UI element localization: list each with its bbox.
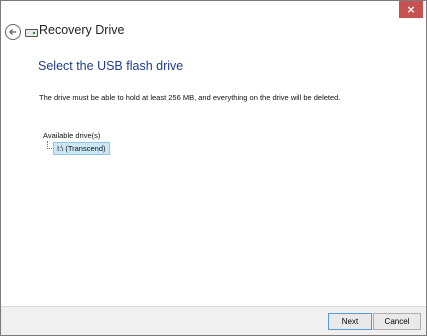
cancel-button[interactable]: Cancel	[373, 313, 421, 330]
drive-icon	[25, 29, 38, 37]
description-text: The drive must be able to hold at least …	[39, 93, 341, 102]
title-bar: Recovery Drive	[1, 21, 426, 43]
back-button[interactable]	[5, 24, 21, 40]
close-button[interactable]: ×	[399, 1, 423, 18]
page-heading: Select the USB flash drive	[38, 59, 184, 73]
window-title: Recovery Drive	[39, 23, 125, 37]
available-drives-label: Available drive(s)	[43, 131, 101, 140]
footer-bar: Next Cancel	[1, 306, 426, 335]
next-button[interactable]: Next	[328, 313, 372, 330]
back-arrow-icon	[9, 29, 16, 35]
recovery-drive-window: × Recovery Drive Select the USB flash dr…	[0, 0, 427, 336]
drive-list-item[interactable]: I:\ (Transcend)	[53, 142, 110, 155]
